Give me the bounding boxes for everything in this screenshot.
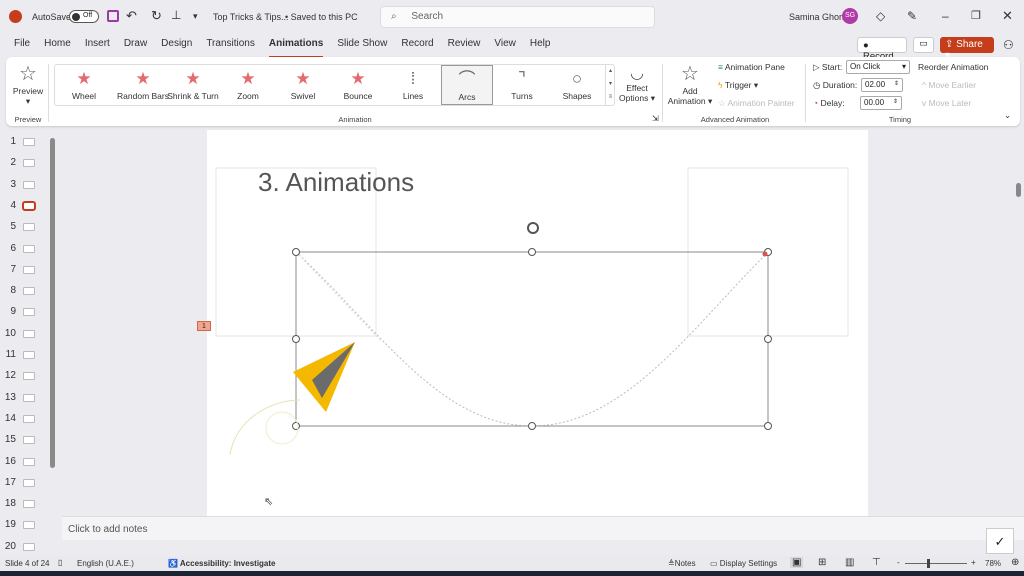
accessibility-button[interactable]: ♿ Accessibility: Investigate — [168, 559, 275, 568]
resize-handles — [292, 248, 772, 430]
zoom-level[interactable]: 78% — [985, 559, 1001, 568]
language[interactable]: English (U.A.E.) — [77, 559, 134, 568]
canvas-scrollbar[interactable] — [1016, 183, 1021, 197]
zoom-in-button[interactable]: + — [971, 558, 976, 567]
display-settings-button[interactable]: ▭ Display Settings — [710, 559, 777, 568]
slide-title[interactable]: 3. Animations — [258, 167, 414, 198]
slide-sorter-button[interactable]: ⊞ — [818, 557, 826, 568]
selection-box — [295, 251, 769, 427]
status-bar: Slide 4 of 24 ▯ English (U.A.E.) ♿ Acces… — [0, 556, 1024, 571]
slideshow-button[interactable]: ⊤ — [872, 557, 881, 568]
taskbar-edge — [0, 571, 1024, 576]
notes-button[interactable]: ≜Notes — [668, 559, 696, 568]
slide-drawing — [215, 167, 849, 456]
path-end-marker — [762, 251, 768, 257]
normal-view-button[interactable]: ▣ — [790, 557, 804, 568]
check-button[interactable]: ✓ — [986, 528, 1014, 554]
mouse-cursor-icon: ⇖ — [264, 496, 274, 508]
spelling-icon[interactable]: ▯ — [58, 558, 62, 567]
animation-order-tag[interactable]: 1 — [197, 321, 211, 331]
rotate-handle-icon — [527, 222, 539, 234]
notes-pane[interactable]: Click to add notes — [62, 516, 1024, 540]
motion-path — [295, 251, 769, 427]
reading-view-button[interactable]: ▥ — [845, 557, 854, 568]
zoom-slider[interactable] — [905, 559, 967, 568]
fit-to-window-icon[interactable]: ⊕ — [1011, 557, 1019, 568]
slide-counter: Slide 4 of 24 — [5, 559, 50, 568]
zoom-out-button[interactable]: - — [897, 558, 900, 567]
